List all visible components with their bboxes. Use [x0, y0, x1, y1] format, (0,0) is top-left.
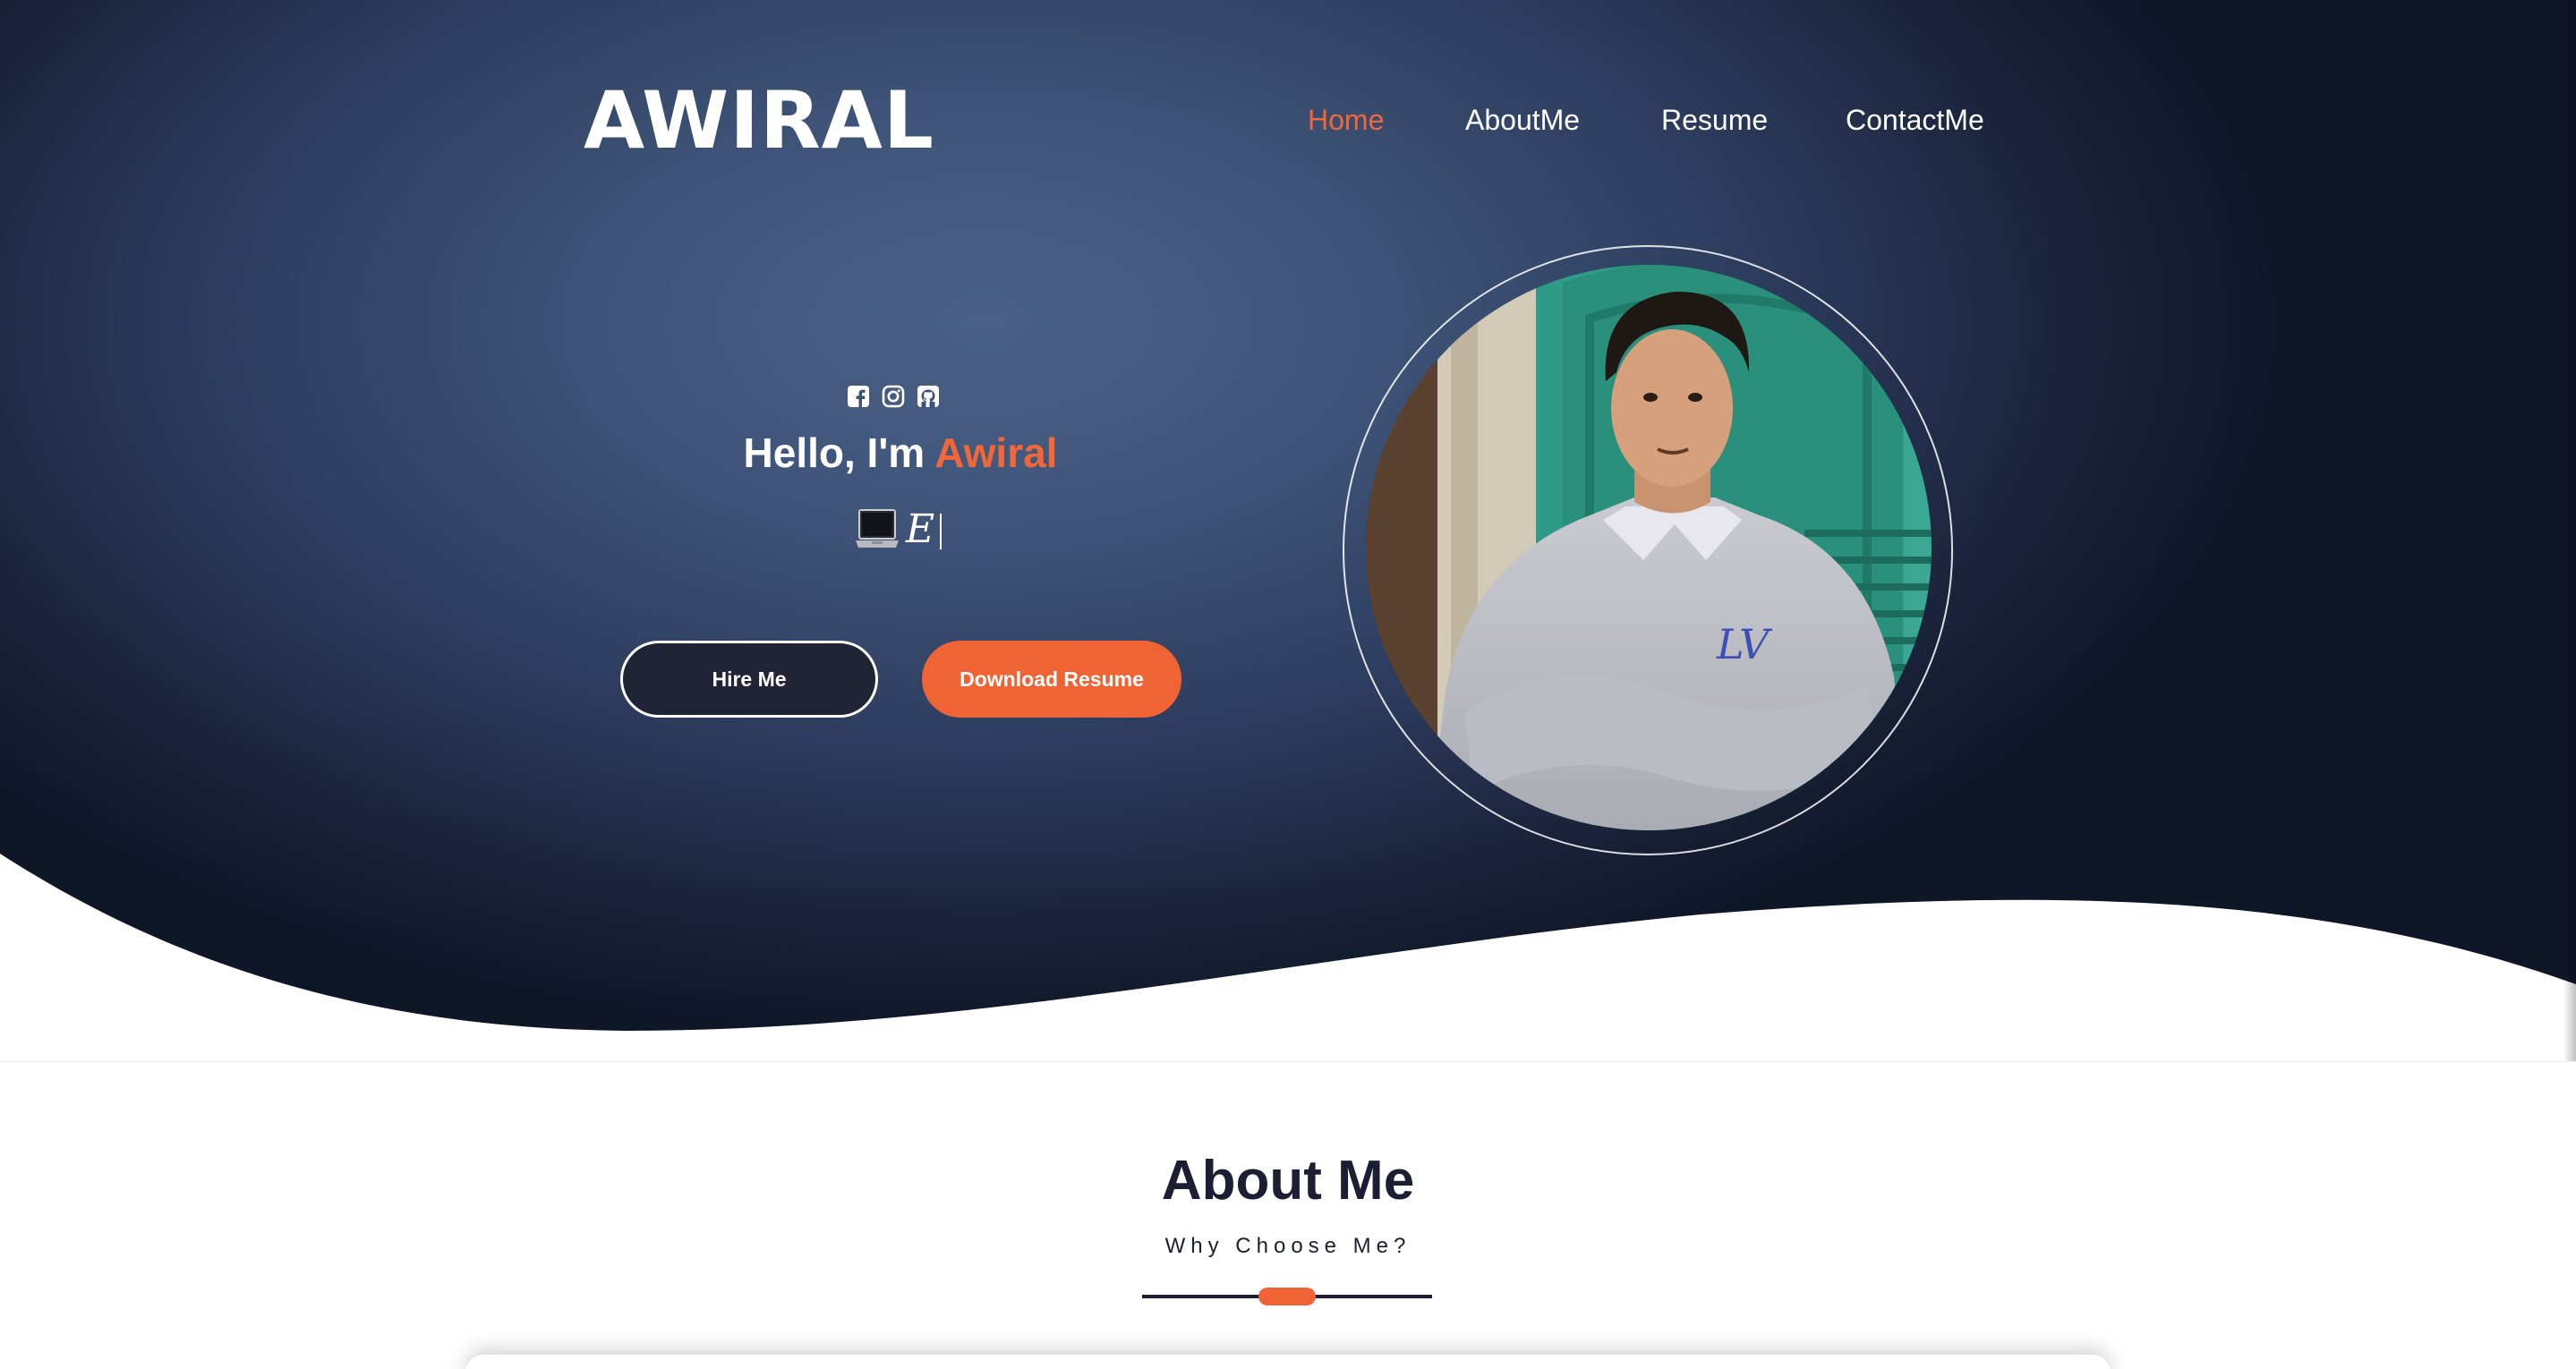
- typed-text: E: [906, 506, 935, 552]
- typing-cursor: [940, 514, 942, 549]
- section-divider: [0, 1061, 2576, 1062]
- nav-item-contactme[interactable]: ContactMe: [1846, 100, 1984, 140]
- greeting-name: Awiral: [934, 429, 1058, 476]
- greeting-prefix: Hello, I'm: [743, 429, 935, 476]
- profile-photo: LV: [1366, 265, 1932, 830]
- about-card: [465, 1355, 2111, 1369]
- github-icon[interactable]: [917, 385, 940, 408]
- nav-item-resume[interactable]: Resume: [1661, 100, 1768, 140]
- scrollbar-track[interactable]: [2563, 0, 2576, 1061]
- hero-section: AWIRAL Home AboutMe Resume ContactMe Hel…: [0, 0, 2576, 1061]
- about-title: About Me: [1161, 1150, 1415, 1212]
- hero-greeting: Hello, I'm Awiral: [627, 422, 1174, 483]
- site-logo[interactable]: AWIRAL: [584, 72, 934, 170]
- instagram-icon[interactable]: [882, 385, 905, 408]
- download-resume-button[interactable]: Download Resume: [922, 641, 1181, 718]
- hero-wave-shape: [0, 854, 2576, 1061]
- hire-me-button[interactable]: Hire Me: [620, 641, 878, 718]
- facebook-icon[interactable]: [847, 385, 870, 408]
- laptop-icon: [856, 509, 899, 548]
- profile-photo-image: LV: [1366, 265, 1932, 830]
- nav-item-aboutme[interactable]: AboutMe: [1465, 100, 1580, 140]
- about-subtitle: Why Choose Me?: [1164, 1234, 1412, 1258]
- svg-text:LV: LV: [1716, 620, 1773, 668]
- portfolio-page: AWIRAL Home AboutMe Resume ContactMe Hel…: [0, 0, 2576, 1369]
- about-underline-accent: [1258, 1288, 1316, 1305]
- nav-item-home[interactable]: Home: [1308, 100, 1384, 140]
